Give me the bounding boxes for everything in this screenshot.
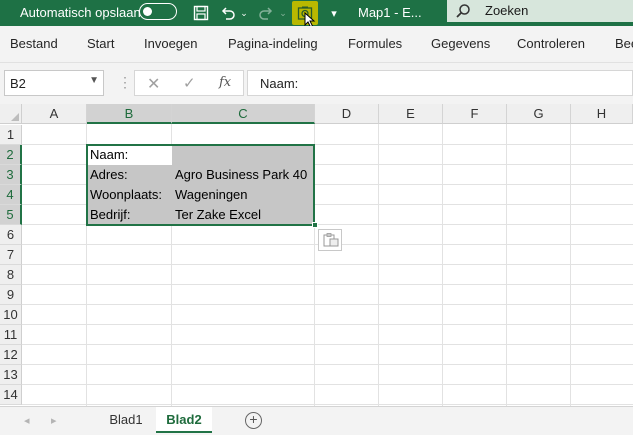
fill-handle[interactable] <box>312 222 318 228</box>
row-header-12[interactable]: 12 <box>0 345 22 365</box>
formula-content: Naam: <box>260 76 299 91</box>
customize-qat-icon[interactable]: ▾ <box>328 2 340 24</box>
autosave-toggle[interactable] <box>139 3 177 20</box>
row-header-8[interactable]: 8 <box>0 265 22 285</box>
row-header-6[interactable]: 6 <box>0 225 22 245</box>
gridline <box>22 384 633 385</box>
scroll-right-icon[interactable]: ▸ <box>51 414 57 427</box>
chevron-down-icon[interactable]: ▼ <box>89 75 99 86</box>
paste-options-button[interactable] <box>318 229 342 251</box>
redo-icon[interactable] <box>257 2 275 24</box>
gridline <box>22 264 633 265</box>
undo-icon[interactable] <box>219 2 237 24</box>
column-header-d[interactable]: D <box>315 104 379 124</box>
column-header-c[interactable]: C <box>172 104 315 124</box>
redo-dropdown-icon[interactable]: ⌄ <box>278 2 288 24</box>
title-bar: Automatisch opslaan ⌄ ⌄ ▾ Map1 - E... Zo… <box>0 0 633 28</box>
tab-start[interactable]: Start <box>87 36 114 51</box>
row-header-1[interactable]: 1 <box>0 125 22 145</box>
gridline <box>22 324 633 325</box>
row-header-13[interactable]: 13 <box>0 365 22 385</box>
row-header-9[interactable]: 9 <box>0 285 22 305</box>
sheet-tab-blad2[interactable]: Blad2 <box>156 407 212 433</box>
formula-input[interactable]: Naam: <box>247 70 633 96</box>
tab-beeld[interactable]: Bee <box>615 36 633 51</box>
row-header-2[interactable]: 2 <box>0 145 22 165</box>
tab-gegevens[interactable]: Gegevens <box>431 36 490 51</box>
name-box-value: B2 <box>10 76 26 91</box>
column-header-b[interactable]: B <box>87 104 172 124</box>
insert-function-icon[interactable]: fx <box>219 75 231 90</box>
column-header-a[interactable]: A <box>22 104 87 124</box>
gridline <box>22 404 633 405</box>
tab-controleren[interactable]: Controleren <box>517 36 585 51</box>
selection-border <box>86 144 315 226</box>
column-header-f[interactable]: F <box>443 104 507 124</box>
scroll-left-icon[interactable]: ◂ <box>24 414 30 427</box>
select-all-corner[interactable] <box>0 104 22 124</box>
row-header-4[interactable]: 4 <box>0 185 22 205</box>
name-box[interactable]: B2 ▼ <box>4 70 104 96</box>
cancel-icon[interactable]: ✕ <box>147 74 160 94</box>
gridline <box>22 284 633 285</box>
document-title: Map1 - E... <box>358 5 422 20</box>
gridline <box>22 304 633 305</box>
tab-formules[interactable]: Formules <box>348 36 402 51</box>
confirm-icon[interactable]: ✓ <box>183 74 196 92</box>
paste-options-icon <box>322 232 340 251</box>
gridline <box>22 364 633 365</box>
search-icon <box>455 3 471 22</box>
autosave-label: Automatisch opslaan <box>20 5 141 20</box>
tab-invoegen[interactable]: Invoegen <box>144 36 198 51</box>
row-header-3[interactable]: 3 <box>0 165 22 185</box>
row-header-5[interactable]: 5 <box>0 205 22 225</box>
ribbon-tabs: Bestand Start Invoegen Pagina-indeling F… <box>0 26 633 62</box>
gridline <box>22 344 633 345</box>
formula-buttons: ✕ ✓ fx <box>134 70 244 96</box>
column-header-g[interactable]: G <box>507 104 571 124</box>
search-box[interactable]: Zoeken <box>447 0 633 22</box>
sheet-tab-bar: ◂ ▸ Blad1 Blad2 + <box>0 406 633 435</box>
add-sheet-icon[interactable]: + <box>245 412 262 429</box>
formula-bar: B2 ▼ ⋮ ✕ ✓ fx Naam: <box>0 62 633 104</box>
spreadsheet-grid[interactable]: A B C D E F G H 1 2 3 4 5 6 7 8 9 10 11 … <box>0 104 633 406</box>
sheet-tab-blad1[interactable]: Blad1 <box>98 407 154 433</box>
row-header-7[interactable]: 7 <box>0 245 22 265</box>
tab-bestand[interactable]: Bestand <box>10 36 58 51</box>
save-icon[interactable] <box>191 2 211 24</box>
row-header-14[interactable]: 14 <box>0 385 22 405</box>
column-header-h[interactable]: H <box>571 104 633 124</box>
column-header-e[interactable]: E <box>379 104 443 124</box>
row-header-11[interactable]: 11 <box>0 325 22 345</box>
undo-dropdown-icon[interactable]: ⌄ <box>239 2 249 24</box>
row-header-10[interactable]: 10 <box>0 305 22 325</box>
search-placeholder: Zoeken <box>485 3 529 18</box>
tab-pagina-indeling[interactable]: Pagina-indeling <box>228 36 318 51</box>
more-dots-icon: ⋮ <box>118 74 132 90</box>
